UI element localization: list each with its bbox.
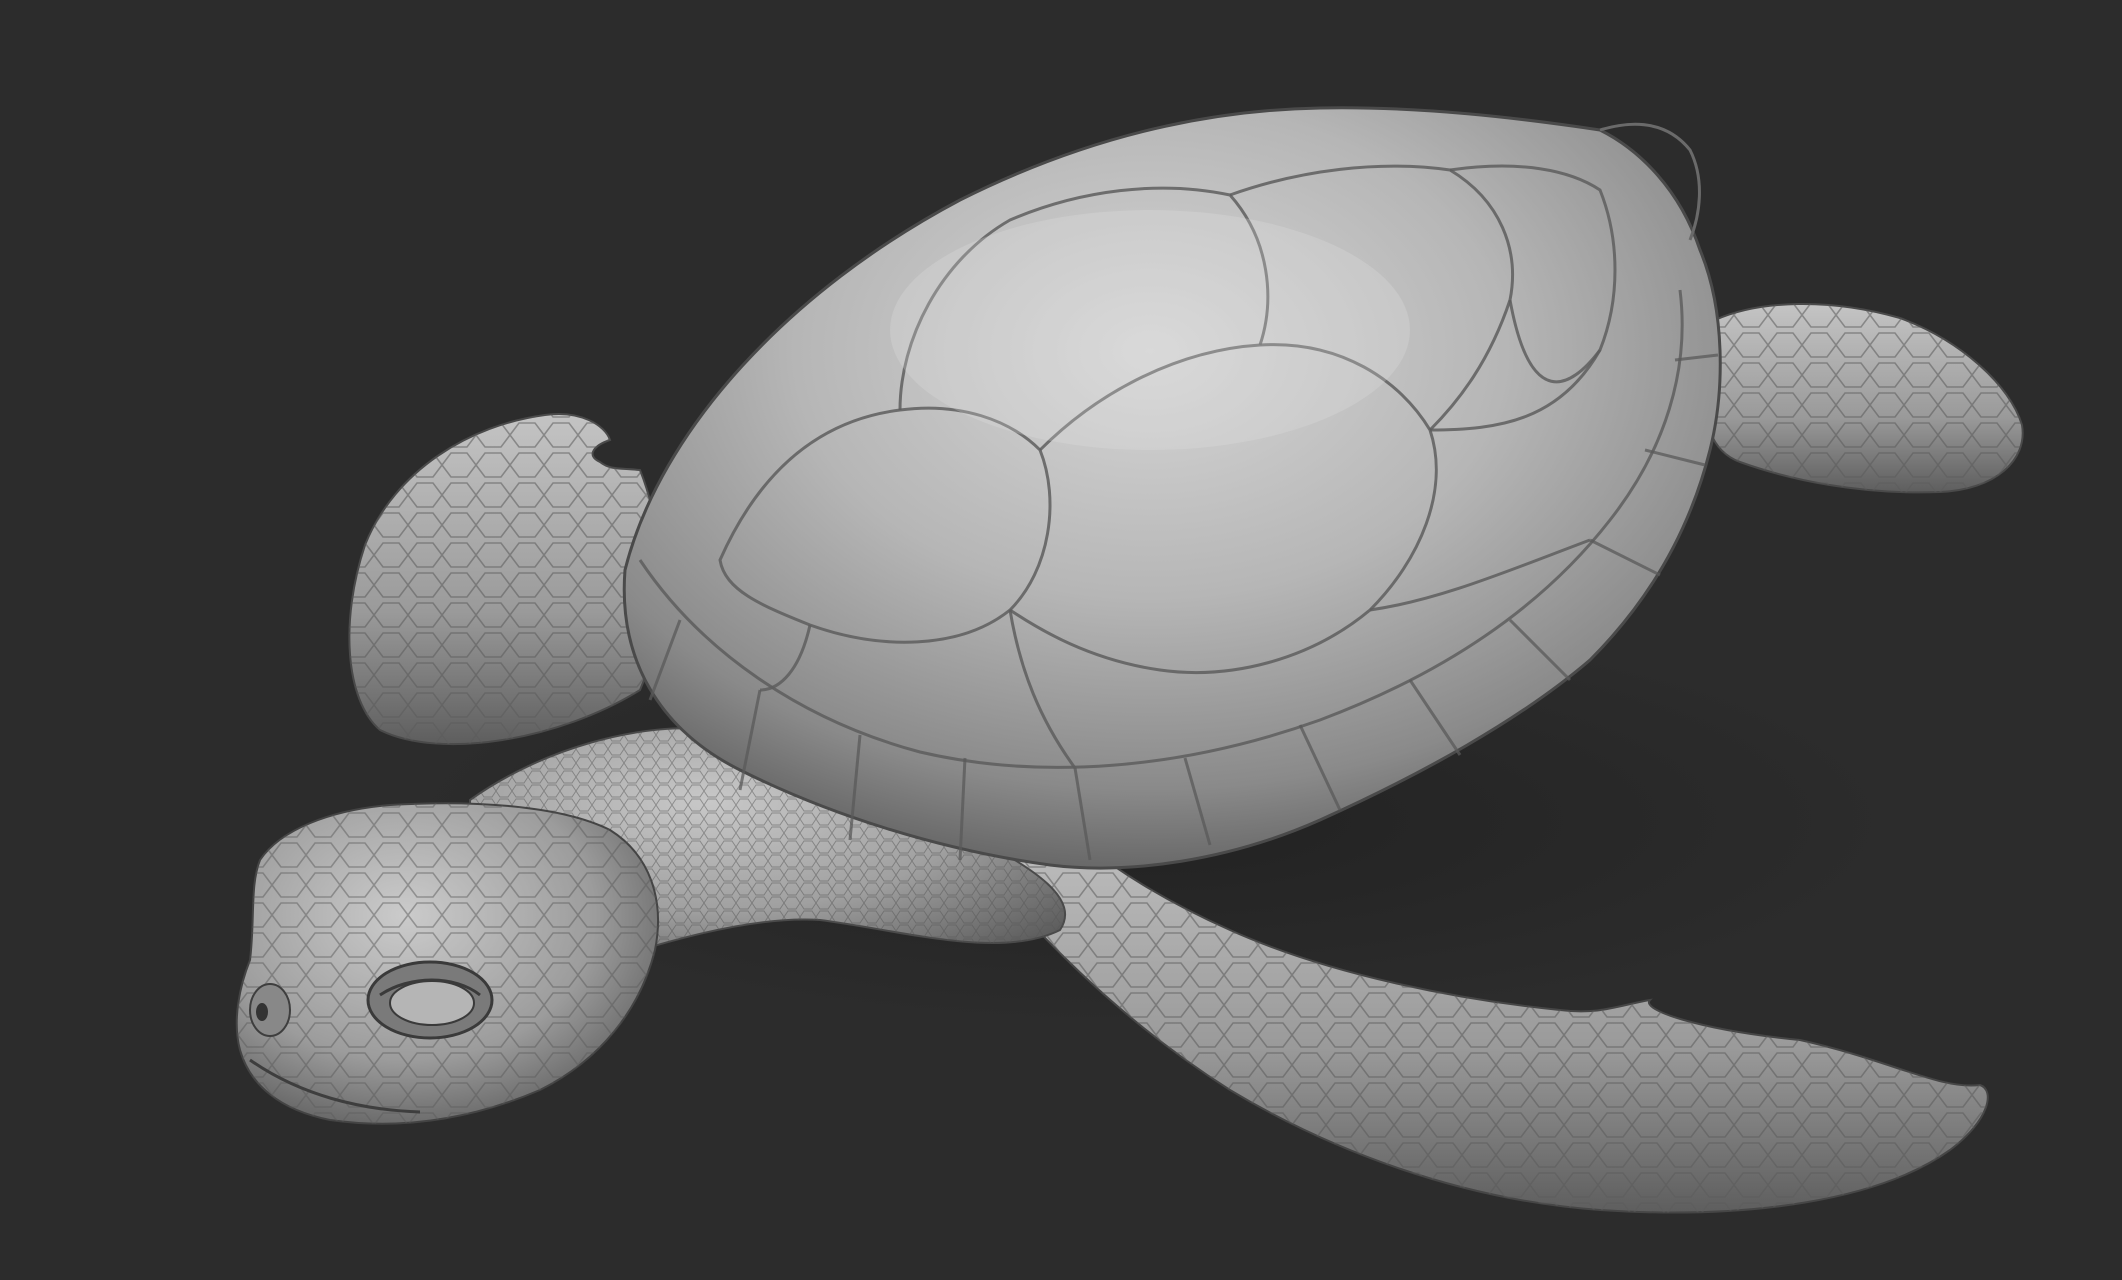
eye (366, 960, 494, 1040)
sculpt-viewport[interactable] (0, 0, 2122, 1280)
turtle-render (0, 0, 2122, 1280)
shell-highlight (890, 210, 1410, 450)
nostril (249, 983, 291, 1037)
